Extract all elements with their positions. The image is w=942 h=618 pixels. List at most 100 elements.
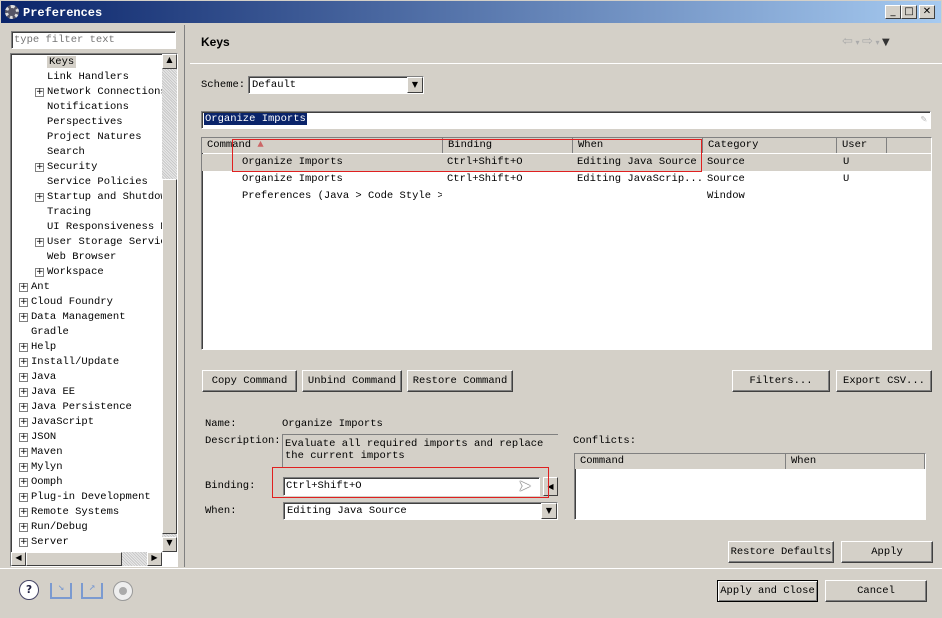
tree-item[interactable]: Service Policies bbox=[47, 175, 148, 190]
expand-icon[interactable]: + bbox=[19, 388, 28, 397]
tree-item[interactable]: + Java EE bbox=[19, 385, 75, 400]
export-csv-button[interactable]: Export CSV... bbox=[836, 370, 932, 392]
table-row[interactable]: Organize Imports Ctrl+Shift+O Editing Java… bbox=[202, 171, 931, 188]
tree-item[interactable]: + Java bbox=[19, 370, 56, 385]
maximize-button[interactable]: □ bbox=[901, 5, 917, 19]
expand-icon[interactable]: + bbox=[35, 193, 44, 202]
tree-item[interactable]: Keys bbox=[47, 55, 77, 70]
conflict-column-when[interactable]: When bbox=[786, 454, 925, 469]
column-when[interactable]: When bbox=[573, 138, 703, 153]
column-user[interactable]: User bbox=[837, 138, 887, 153]
unbind-command-button[interactable]: Unbind Command bbox=[302, 370, 402, 392]
expand-icon[interactable]: + bbox=[35, 268, 44, 277]
scroll-right-arrow-icon[interactable]: ▶ bbox=[147, 552, 162, 566]
forward-menu-icon[interactable]: ▾ bbox=[873, 38, 882, 47]
help-icon[interactable]: ? bbox=[19, 580, 39, 600]
tree-item[interactable]: + Plug-in Development bbox=[19, 490, 151, 505]
tree-item[interactable]: + Data Management bbox=[19, 310, 126, 325]
forward-arrow-icon[interactable]: ⇨ bbox=[862, 34, 873, 49]
expand-icon[interactable]: + bbox=[35, 238, 44, 247]
expand-icon[interactable]: + bbox=[19, 403, 28, 412]
back-arrow-icon[interactable]: ⇦ bbox=[842, 34, 853, 49]
filters-button[interactable]: Filters... bbox=[732, 370, 830, 392]
scroll-down-arrow-icon[interactable]: ▼ bbox=[162, 537, 177, 552]
expand-icon[interactable]: + bbox=[19, 283, 28, 292]
expand-icon[interactable]: + bbox=[35, 88, 44, 97]
tree-item[interactable]: + JSON bbox=[19, 430, 56, 445]
h-scroll-thumb[interactable] bbox=[26, 552, 122, 566]
tree-item[interactable]: + Security bbox=[35, 160, 97, 175]
tree-item[interactable]: + Workspace bbox=[35, 265, 104, 280]
expand-icon[interactable]: + bbox=[19, 358, 28, 367]
expand-icon[interactable]: + bbox=[35, 163, 44, 172]
tree-item[interactable]: + Install/Update bbox=[19, 355, 119, 370]
sash[interactable] bbox=[184, 25, 185, 567]
tree-item[interactable]: Link Handlers bbox=[47, 70, 129, 85]
restore-command-button[interactable]: Restore Command bbox=[407, 370, 513, 392]
tree-item[interactable]: Gradle bbox=[31, 325, 69, 340]
expand-icon[interactable]: + bbox=[19, 463, 28, 472]
expand-icon[interactable]: + bbox=[19, 373, 28, 382]
tree-item[interactable]: + User Storage Servic bbox=[35, 235, 167, 250]
tree-item[interactable]: + Help bbox=[19, 340, 56, 355]
expand-icon[interactable]: + bbox=[19, 538, 28, 547]
tree-item[interactable]: + Startup and Shutdow bbox=[35, 190, 167, 205]
tree-item[interactable]: + Cloud Foundry bbox=[19, 295, 113, 310]
tree-item[interactable]: Perspectives bbox=[47, 115, 123, 130]
tree-item[interactable]: + Java Persistence bbox=[19, 400, 132, 415]
tree-item[interactable]: Notifications bbox=[47, 100, 129, 115]
expand-icon[interactable]: + bbox=[19, 343, 28, 352]
expand-icon[interactable]: + bbox=[19, 433, 28, 442]
tree-item[interactable]: + Run/Debug bbox=[19, 520, 88, 535]
restore-defaults-button[interactable]: Restore Defaults bbox=[728, 541, 834, 563]
scroll-thumb[interactable] bbox=[162, 179, 177, 534]
expand-icon[interactable]: + bbox=[19, 448, 28, 457]
filter-input[interactable] bbox=[11, 31, 176, 49]
binding-menu-arrow-icon[interactable]: ◀ bbox=[543, 477, 558, 496]
tree-item[interactable]: UI Responsiveness M bbox=[47, 220, 167, 235]
conflict-column-command[interactable]: Command bbox=[575, 454, 786, 469]
import-icon[interactable]: ↘ bbox=[50, 583, 72, 599]
close-button[interactable]: ✕ bbox=[919, 5, 935, 19]
scheme-select[interactable]: Default ▼ bbox=[248, 76, 424, 94]
tree-item[interactable]: Search bbox=[47, 145, 85, 160]
tree-item[interactable]: + Network Connections bbox=[35, 85, 167, 100]
tree-item[interactable]: Project Natures bbox=[47, 130, 142, 145]
column-binding[interactable]: Binding bbox=[443, 138, 573, 153]
scroll-left-arrow-icon[interactable]: ◀ bbox=[11, 552, 26, 566]
dropdown-arrow-icon[interactable]: ▼ bbox=[407, 77, 423, 93]
export-icon[interactable]: ↗ bbox=[81, 583, 103, 599]
expand-icon[interactable]: + bbox=[19, 478, 28, 487]
tree-horizontal-scrollbar[interactable]: ◀ ▶ bbox=[11, 552, 162, 566]
cancel-button[interactable]: Cancel bbox=[825, 580, 927, 602]
tree-vertical-scrollbar[interactable]: ▲ ▼ bbox=[162, 54, 177, 552]
binding-input[interactable]: Ctrl+Shift+O bbox=[283, 477, 540, 496]
tree-item[interactable]: + Ant bbox=[19, 280, 50, 295]
tree-item[interactable]: Web Browser bbox=[47, 250, 116, 265]
tree-item[interactable]: Tracing bbox=[47, 205, 91, 220]
tree-item[interactable]: + JavaScript bbox=[19, 415, 94, 430]
apply-and-close-button[interactable]: Apply and Close bbox=[717, 580, 818, 602]
table-row[interactable]: Preferences (Java > Code Style > (Window bbox=[202, 188, 931, 205]
command-search-input[interactable]: Organize Imports ✎ bbox=[201, 111, 931, 129]
tree-item[interactable]: + Remote Systems bbox=[19, 505, 119, 520]
expand-icon[interactable]: + bbox=[19, 508, 28, 517]
tree-item[interactable]: + Mylyn bbox=[19, 460, 63, 475]
expand-icon[interactable]: + bbox=[19, 298, 28, 307]
scroll-up-arrow-icon[interactable]: ▲ bbox=[162, 54, 177, 69]
expand-icon[interactable]: + bbox=[19, 313, 28, 322]
copy-command-button[interactable]: Copy Command bbox=[202, 370, 297, 392]
expand-icon[interactable]: + bbox=[19, 418, 28, 427]
oomph-record-icon[interactable] bbox=[113, 581, 133, 601]
when-select[interactable]: Editing Java Source ▼ bbox=[283, 502, 558, 520]
expand-icon[interactable]: + bbox=[19, 493, 28, 502]
tree-item[interactable]: + Server bbox=[19, 535, 69, 550]
view-menu-icon[interactable]: ▼ bbox=[882, 37, 890, 48]
column-command[interactable]: Command ▲ bbox=[202, 138, 443, 153]
table-row[interactable]: Organize Imports Ctrl+Shift+O Editing Java… bbox=[202, 154, 931, 171]
column-category[interactable]: Category bbox=[703, 138, 837, 153]
dropdown-arrow-icon[interactable]: ▼ bbox=[541, 503, 557, 519]
minimize-button[interactable]: _ bbox=[885, 5, 901, 19]
tree-item[interactable]: + Maven bbox=[19, 445, 63, 460]
apply-button[interactable]: Apply bbox=[841, 541, 933, 563]
